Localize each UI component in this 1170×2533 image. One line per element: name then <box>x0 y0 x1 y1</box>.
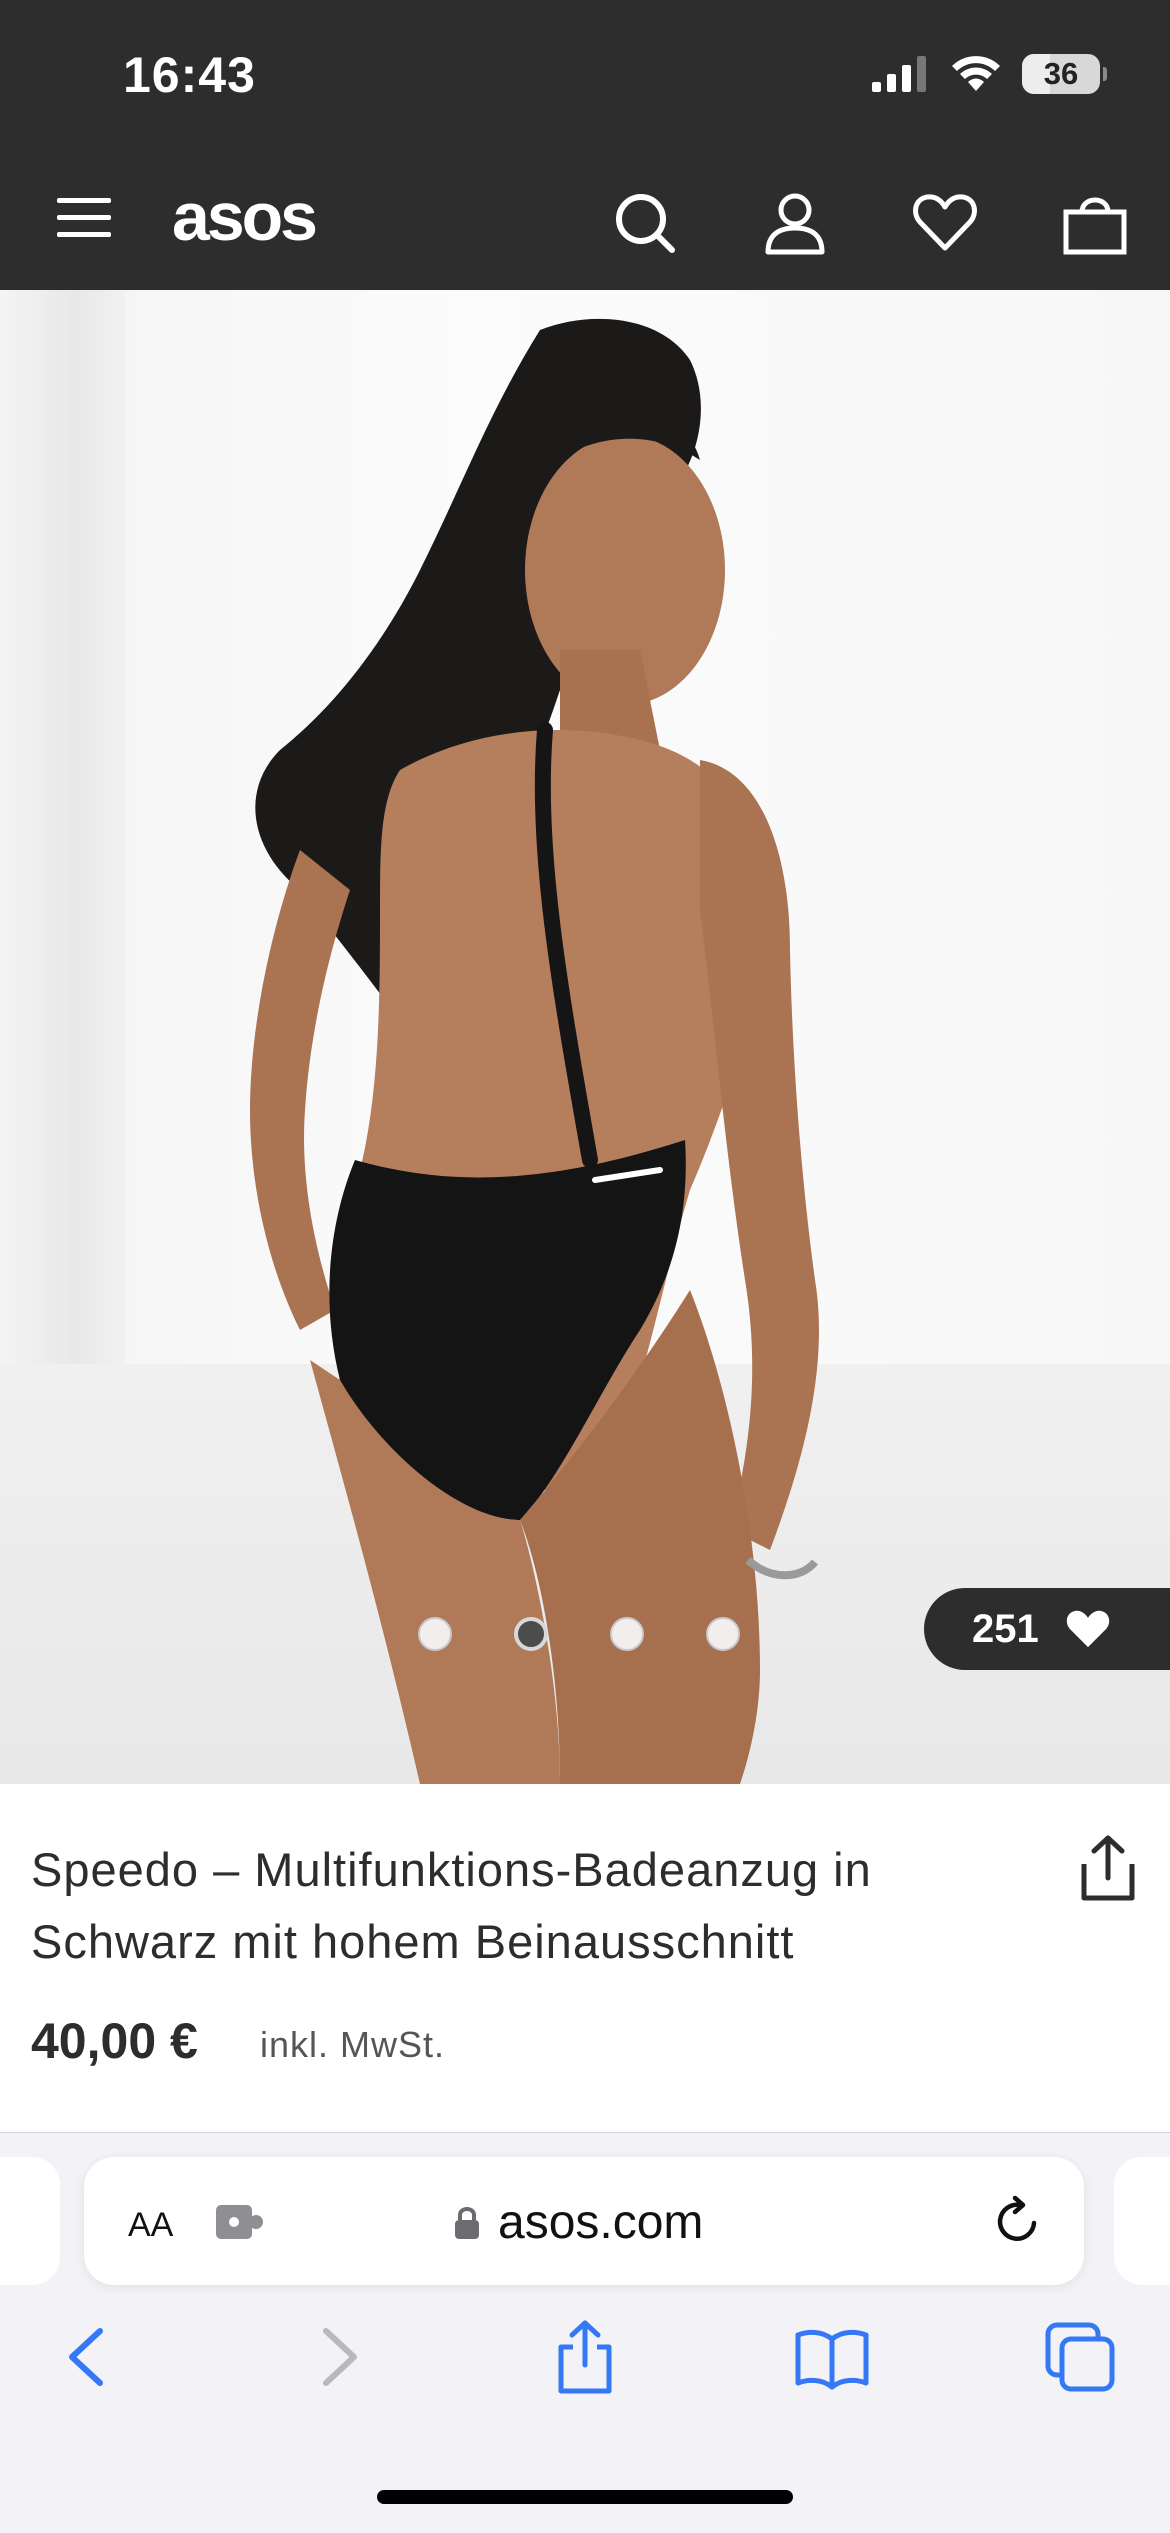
product-title: Speedo – Multifunktions-Badeanzug in Sch… <box>31 1843 872 1968</box>
address-bar[interactable]: AA asos.com <box>84 2157 1084 2285</box>
browser-toolbar <box>0 2317 1170 2417</box>
filled-heart-icon <box>1066 1610 1109 1648</box>
asos-logo[interactable]: asos <box>172 178 318 256</box>
status-bar: 16:43 36 <box>0 0 1170 150</box>
gallery-dot-1[interactable] <box>418 1617 452 1651</box>
account-icon[interactable] <box>762 190 828 256</box>
next-tab-preview[interactable] <box>1114 2157 1170 2285</box>
battery-level: 36 <box>1043 56 1079 91</box>
search-icon[interactable] <box>612 190 678 256</box>
wifi-icon <box>952 56 1000 91</box>
wishlist-heart-icon[interactable] <box>912 190 978 256</box>
previous-tab-preview[interactable] <box>0 2157 60 2285</box>
home-indicator <box>377 2490 793 2504</box>
likes-count: 251 <box>972 1606 1039 1651</box>
url-field[interactable]: asos.com <box>454 2195 703 2250</box>
site-header: asos <box>0 150 1170 290</box>
shopping-bag-icon[interactable] <box>1062 190 1128 256</box>
gallery-pagination <box>418 1617 740 1651</box>
bookmarks-icon[interactable] <box>792 2317 872 2397</box>
url-text: asos.com <box>498 2196 704 2249</box>
status-icons: 36 <box>872 54 1107 94</box>
reload-icon[interactable] <box>990 2193 1046 2249</box>
product-image-gallery[interactable]: 251 <box>0 290 1170 1784</box>
text-size-button[interactable]: AA <box>128 2193 173 2248</box>
product-photo-model <box>250 318 819 1784</box>
lock-icon <box>455 2206 479 2239</box>
hamburger-menu-icon[interactable] <box>55 192 115 242</box>
battery-icon: 36 <box>1022 54 1107 94</box>
product-info: Speedo – Multifunktions-Badeanzug in Sch… <box>0 1784 1170 2132</box>
text-size-label: AA <box>128 2206 174 2244</box>
share-icon[interactable] <box>1076 1834 1140 1904</box>
forward-arrow-icon[interactable] <box>298 2317 378 2397</box>
browser-bottom-bar: AA asos.com <box>0 2132 1170 2533</box>
gallery-dot-2[interactable] <box>514 1617 548 1651</box>
status-time: 16:43 <box>123 47 256 103</box>
cellular-signal-icon <box>872 56 926 92</box>
gallery-dot-3[interactable] <box>610 1617 644 1651</box>
share-sheet-icon[interactable] <box>545 2317 625 2397</box>
back-arrow-icon[interactable] <box>48 2317 128 2397</box>
save-to-wishlist-button[interactable]: 251 <box>924 1588 1170 1670</box>
product-price: 40,00 € <box>31 2013 198 2069</box>
tabs-icon[interactable] <box>1040 2317 1120 2397</box>
vat-note: inkl. MwSt. <box>260 2024 446 2065</box>
extension-icon[interactable] <box>214 2201 266 2243</box>
gallery-dot-4[interactable] <box>706 1617 740 1651</box>
